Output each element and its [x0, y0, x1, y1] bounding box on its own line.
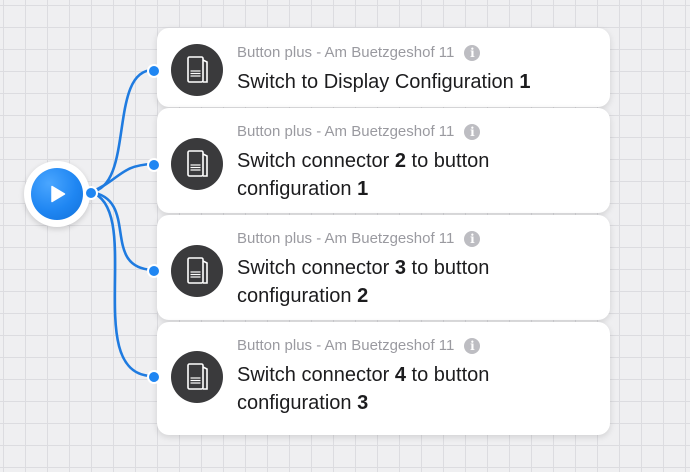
trigger-output-port[interactable]	[84, 186, 98, 200]
card-title-text: Switch connector	[237, 364, 395, 386]
input-port[interactable]	[147, 158, 161, 172]
card-subtitle-row: Button plus - Am Buetzgeshof 11 i	[237, 123, 481, 140]
card-title-number: 2	[357, 285, 369, 307]
card-title: Switch connector 2 to button configurati…	[237, 147, 597, 203]
card-subtitle-row: Button plus - Am Buetzgeshof 11 i	[237, 44, 481, 61]
device-icon	[187, 150, 208, 177]
card-subtitle-row: Button plus - Am Buetzgeshof 11 i	[237, 337, 481, 354]
device-icon-badge	[171, 44, 223, 96]
device-icon	[187, 257, 208, 284]
action-card[interactable]: Button plus - Am Buetzgeshof 11 i Switch…	[157, 322, 610, 435]
card-title-text: Switch to Display Configuration	[237, 71, 520, 93]
card-title-number: 2	[394, 150, 406, 172]
device-icon	[187, 363, 208, 390]
action-card[interactable]: Button plus - Am Buetzgeshof 11 i Switch…	[157, 215, 610, 320]
card-subtitle: Button plus - Am Buetzgeshof 11	[237, 44, 455, 61]
play-icon	[51, 185, 66, 203]
card-title-number: 3	[394, 257, 406, 279]
input-port[interactable]	[147, 64, 161, 78]
play-button[interactable]	[31, 168, 83, 220]
action-card[interactable]: Button plus - Am Buetzgeshof 11 i Switch…	[157, 108, 610, 213]
connection-line-4	[89, 190, 155, 378]
connection-line-2	[89, 162, 155, 194]
info-icon[interactable]: i	[464, 230, 481, 247]
device-icon	[187, 56, 208, 83]
connection-line-3	[89, 190, 155, 272]
info-icon[interactable]: i	[464, 123, 481, 140]
connection-line-1	[89, 68, 155, 194]
card-subtitle: Button plus - Am Buetzgeshof 11	[237, 337, 455, 354]
card-title-text: Switch connector	[237, 150, 395, 172]
input-port[interactable]	[147, 264, 161, 278]
action-card[interactable]: Button plus - Am Buetzgeshof 11 i Switch…	[157, 28, 610, 107]
info-icon[interactable]: i	[464, 337, 481, 354]
device-icon-badge	[171, 138, 223, 190]
card-title-number: 4	[394, 364, 406, 386]
card-title-number: 3	[357, 392, 369, 414]
card-subtitle: Button plus - Am Buetzgeshof 11	[237, 123, 455, 140]
device-icon-badge	[171, 351, 223, 403]
card-title-text: Switch connector	[237, 257, 395, 279]
card-title-number: 1	[357, 178, 369, 200]
card-title-number: 1	[519, 71, 531, 93]
card-title: Switch to Display Configuration 1	[237, 68, 597, 96]
info-icon[interactable]: i	[464, 44, 481, 61]
card-title: Switch connector 3 to button configurati…	[237, 254, 597, 310]
input-port[interactable]	[147, 370, 161, 384]
card-subtitle: Button plus - Am Buetzgeshof 11	[237, 230, 455, 247]
card-subtitle-row: Button plus - Am Buetzgeshof 11 i	[237, 230, 481, 247]
card-title: Switch connector 4 to button configurati…	[237, 361, 597, 417]
trigger-node[interactable]	[24, 161, 90, 227]
device-icon-badge	[171, 245, 223, 297]
